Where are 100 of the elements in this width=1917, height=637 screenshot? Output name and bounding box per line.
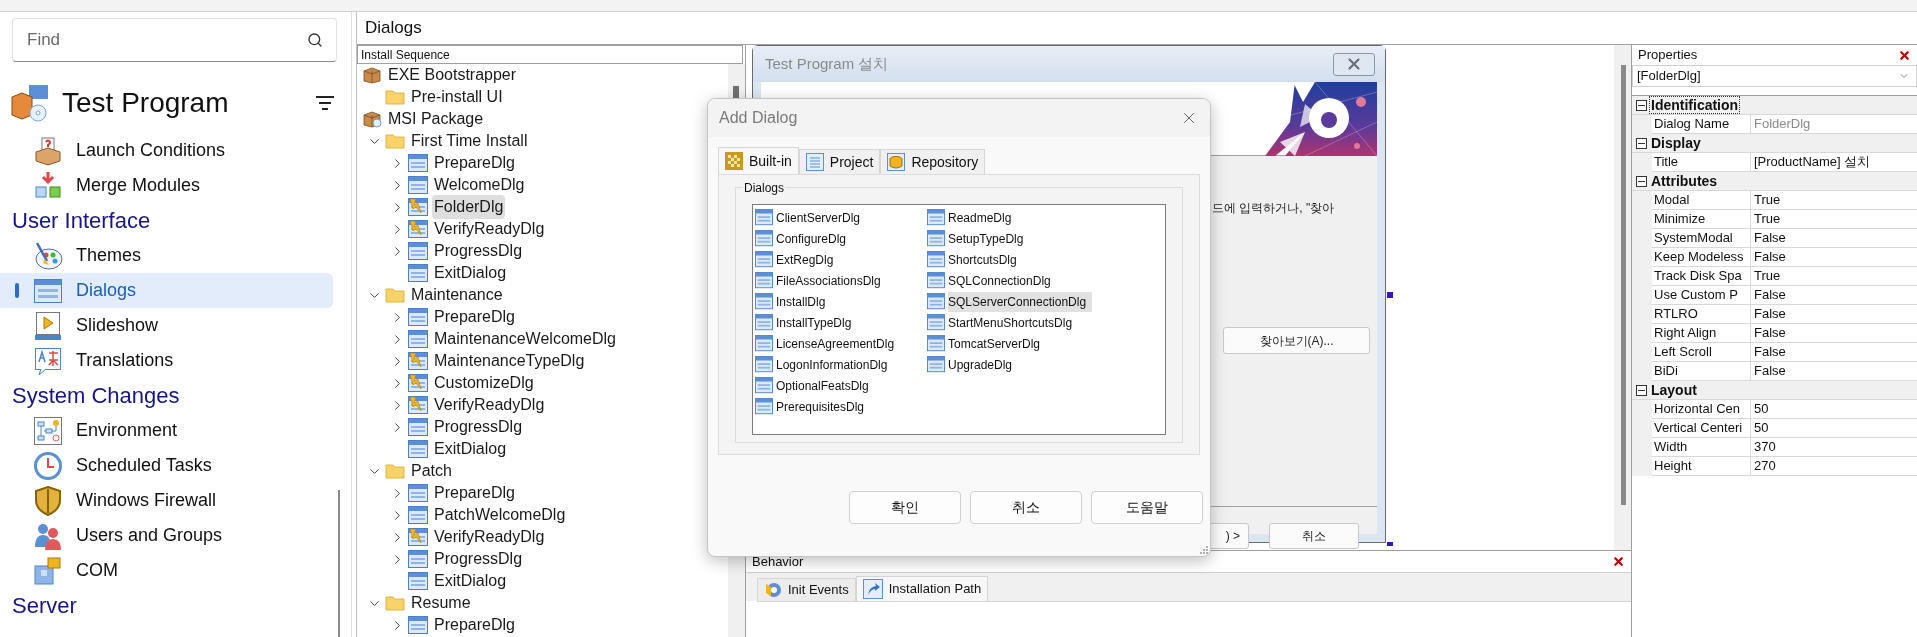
filter-menu-icon[interactable] [315,95,335,111]
close-button[interactable] [1333,52,1375,76]
tree-item[interactable]: MaintenanceTypeDlg [432,349,587,373]
category-heading[interactable]: Display [1650,135,1702,151]
tree-item[interactable]: VerifyReadyDlg [432,217,547,241]
search-field[interactable]: Find [12,18,337,62]
property-value[interactable]: 50 [1751,419,1917,438]
property-value[interactable]: True [1751,191,1917,210]
property-value[interactable]: False [1751,248,1917,267]
tab[interactable]: Installation Path [855,576,989,601]
dialog-button[interactable]: 확인 [849,491,961,524]
list-item[interactable]: LicenseAgreementDlg [776,333,901,354]
sidebar-item[interactable]: Dialogs [0,273,333,308]
list-item[interactable]: InstallDlg [776,291,832,312]
tree-item[interactable]: EXE Bootstrapper [386,64,519,87]
tree-item[interactable]: Pre-install UI [409,85,505,109]
list-item[interactable]: ClientServerDlg [776,207,867,228]
tree-item[interactable]: CustomizeDlg [432,371,536,395]
tab[interactable]: Project [798,149,881,174]
tree-item[interactable]: Resume [409,591,473,615]
search-icon[interactable] [307,32,323,48]
sidebar-item[interactable]: Users and Groups [0,518,333,553]
dialog-list[interactable] [752,204,1166,435]
property-value[interactable]: False [1751,324,1917,343]
property-value[interactable]: FolderDlg [1751,115,1917,134]
property-value[interactable]: True [1751,210,1917,229]
scrollbar-thumb[interactable] [1621,65,1626,505]
tree-item[interactable]: PrepareDlg [432,151,517,175]
scrollbar[interactable] [338,490,340,637]
collapse-toggle[interactable] [1636,384,1647,396]
close-icon[interactable] [1898,48,1911,62]
list-item[interactable]: UpgradeDlg [948,354,1019,375]
scrollbar-thumb[interactable] [733,86,739,98]
list-item[interactable]: PrerequisitesDlg [776,396,871,417]
list-item[interactable]: SetupTypeDlg [948,228,1030,249]
tree-item[interactable]: VerifyReadyDlg [432,393,547,417]
property-value[interactable]: False [1751,229,1917,248]
tree-item[interactable]: Patch [409,459,454,483]
list-item[interactable]: OptionalFeatsDlg [776,375,875,396]
list-item[interactable]: ReadmeDlg [948,207,1018,228]
tree-item[interactable]: ProgressDlg [432,415,525,439]
tab[interactable]: Init Events [757,578,856,601]
sidebar-item[interactable]: Translations [0,343,333,378]
tree-item[interactable]: ExitDialog [432,261,509,285]
property-value[interactable]: 270 [1751,457,1917,476]
tree-item[interactable]: MSI Package [386,107,486,131]
list-item[interactable]: ConfigureDlg [776,228,853,249]
list-item[interactable]: StartMenuShortcutsDlg [948,312,1079,333]
tree-item[interactable]: ProgressDlg [432,239,525,263]
browse-button[interactable]: 찾아보기(A)... [1223,327,1370,354]
property-value[interactable]: False [1751,343,1917,362]
property-value[interactable]: False [1751,286,1917,305]
object-dropdown[interactable]: [FolderDlg] [1632,65,1917,87]
collapse-toggle[interactable] [1636,99,1647,111]
list-item[interactable]: SQLServerConnectionDlg [948,291,1093,312]
property-value[interactable]: 50 [1751,400,1917,419]
property-value[interactable]: 370 [1751,438,1917,457]
resize-grip-icon[interactable] [1199,545,1208,554]
sidebar-item[interactable]: Windows Firewall [0,483,333,518]
sidebar-item[interactable]: Merge Modules [0,168,333,203]
list-item[interactable]: InstallTypeDlg [776,312,858,333]
tab[interactable]: Built-in [718,147,799,174]
resize-handle[interactable] [1387,292,1393,298]
list-item[interactable]: ShortcutsDlg [948,249,1023,270]
dialog-button[interactable]: 도움말 [1091,491,1203,524]
list-item[interactable]: TomcatServerDlg [948,333,1047,354]
resize-handle[interactable] [1387,542,1393,546]
dialog-button[interactable]: 취소 [970,491,1082,524]
wizard-button[interactable]: 취소 [1269,523,1359,549]
collapse-toggle[interactable] [1636,137,1647,149]
tree-item[interactable]: First Time Install [409,129,530,153]
tree-item[interactable]: PrepareDlg [432,481,517,505]
tree-item[interactable]: ExitDialog [432,569,509,593]
tree-item[interactable]: VerifyReadyDlg [432,525,547,549]
property-value[interactable]: True [1751,267,1917,286]
list-item[interactable]: LogonInformationDlg [776,354,894,375]
property-value[interactable]: False [1751,362,1917,381]
category-heading[interactable]: Layout [1650,382,1698,398]
sidebar-item[interactable]: Slideshow [0,308,333,343]
collapse-toggle[interactable] [1636,175,1647,187]
tree-item[interactable]: PrepareDlg [432,613,517,637]
property-value[interactable]: [ProductName] 설치 [1751,153,1917,172]
sidebar-item[interactable]: COM [0,553,333,588]
close-icon[interactable] [1612,555,1625,568]
list-item[interactable]: FileAssociationsDlg [776,270,887,291]
tree-item[interactable]: PrepareDlg [432,305,517,329]
tree-item[interactable]: ExitDialog [432,437,509,461]
sidebar-item[interactable]: Environment [0,413,333,448]
tree-item[interactable]: Maintenance [409,283,505,307]
tree-item[interactable]: FolderDlg [432,195,506,219]
tree-item[interactable]: MaintenanceWelcomeDlg [432,327,618,351]
tree-item[interactable]: WelcomeDlg [432,173,527,197]
sidebar-item[interactable]: Launch Conditions [0,133,333,168]
property-value[interactable]: False [1751,305,1917,324]
sidebar-item[interactable]: Themes [0,238,333,273]
tab[interactable]: Repository [880,149,986,174]
tree-item[interactable]: PatchWelcomeDlg [432,503,568,527]
tree-item[interactable]: ProgressDlg [432,547,525,571]
list-item[interactable]: ExtRegDlg [776,249,840,270]
sidebar-item[interactable]: Scheduled Tasks [0,448,333,483]
